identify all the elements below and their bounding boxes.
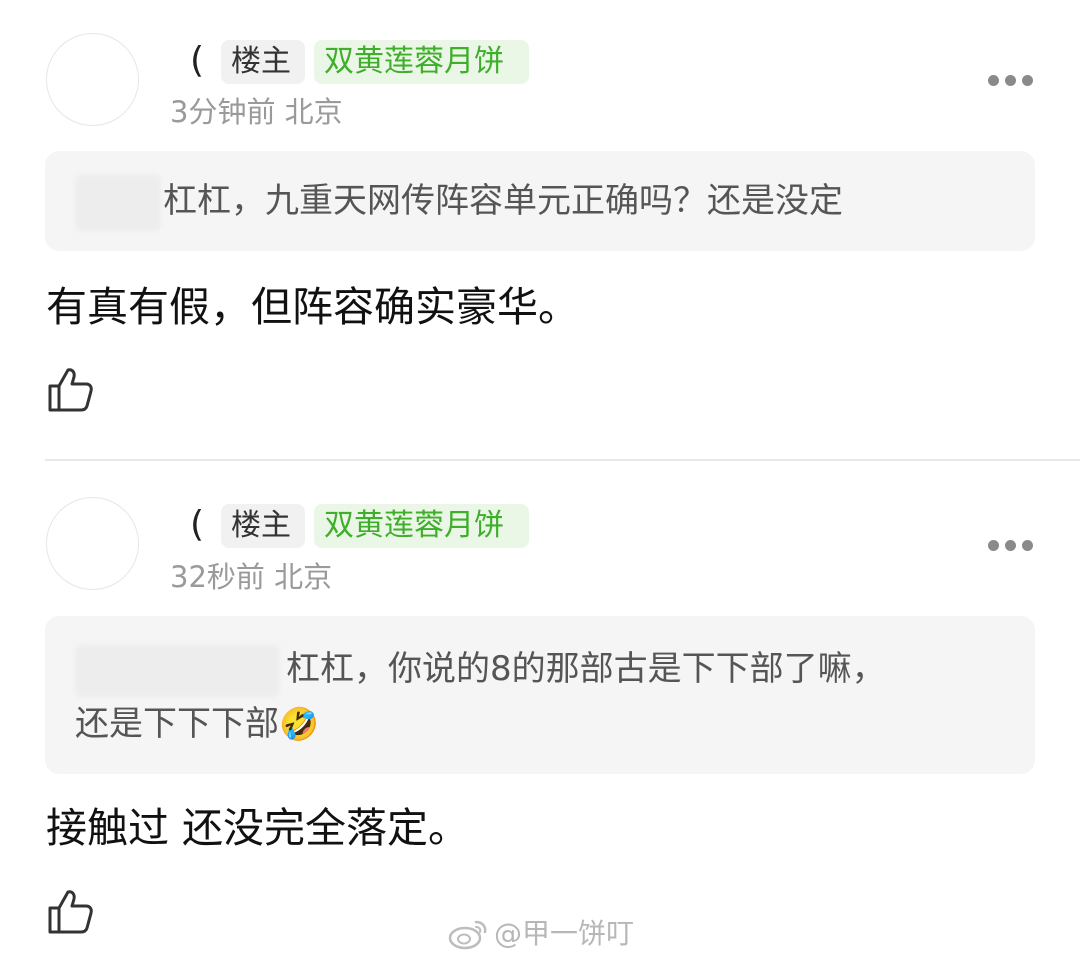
quoted-text: 杠杠，你说的8的那部古是下下部了嘛， bbox=[286, 649, 886, 689]
comment-time: 32秒前 bbox=[170, 560, 265, 594]
comment-divider bbox=[45, 459, 1080, 461]
comment-card: ( 楼主 双黄莲蓉月饼 32秒前 北京 杠杠，你说的8的那部古是下下部了嘛， 还… bbox=[0, 462, 1080, 958]
comment-meta: 3分钟前 北京 bbox=[170, 94, 343, 130]
quoted-text: 杠杠，九重天网传阵容单元正确吗？还是没定 bbox=[163, 181, 843, 221]
thumbs-up-icon[interactable] bbox=[46, 888, 94, 936]
thumbs-up-icon[interactable] bbox=[46, 366, 94, 414]
comment-body: 有真有假，但阵容确实豪华。 bbox=[46, 283, 579, 331]
fan-medal-badge[interactable]: 双黄莲蓉月饼 bbox=[314, 504, 529, 548]
comment-time: 3分钟前 bbox=[170, 95, 276, 129]
watermark-text: @甲一饼叮 bbox=[494, 917, 635, 950]
op-badge: 楼主 bbox=[221, 40, 305, 84]
watermark: @甲一饼叮 bbox=[448, 914, 634, 954]
comment-body: 接触过 还没完全落定。 bbox=[46, 804, 470, 852]
blurred-quote-author bbox=[75, 174, 161, 231]
quoted-text-line2: 还是下下下部 bbox=[75, 703, 279, 744]
weibo-logo-icon bbox=[448, 920, 487, 950]
more-options-icon[interactable] bbox=[988, 540, 1034, 552]
quoted-reply[interactable]: 杠杠，你说的8的那部古是下下部了嘛， 还是下下下部🤣 bbox=[45, 616, 1035, 774]
quoted-reply[interactable]: 杠杠，九重天网传阵容单元正确吗？还是没定 bbox=[45, 151, 1035, 251]
avatar[interactable] bbox=[46, 497, 139, 590]
username[interactable]: ( bbox=[190, 39, 204, 83]
comment-location: 北京 bbox=[274, 560, 333, 594]
fan-medal-badge[interactable]: 双黄莲蓉月饼 bbox=[314, 40, 529, 84]
more-options-icon[interactable] bbox=[988, 75, 1034, 87]
comment-location: 北京 bbox=[284, 95, 343, 129]
op-badge: 楼主 bbox=[221, 504, 305, 548]
avatar[interactable] bbox=[46, 33, 139, 126]
comment-card: ( 楼主 双黄莲蓉月饼 3分钟前 北京 杠杠，九重天网传阵容单元正确吗？还是没定… bbox=[0, 0, 1080, 460]
rofl-emoji-icon: 🤣 bbox=[279, 704, 319, 743]
username[interactable]: ( bbox=[190, 503, 204, 547]
blurred-quote-author bbox=[75, 644, 280, 697]
comment-meta: 32秒前 北京 bbox=[170, 559, 332, 595]
